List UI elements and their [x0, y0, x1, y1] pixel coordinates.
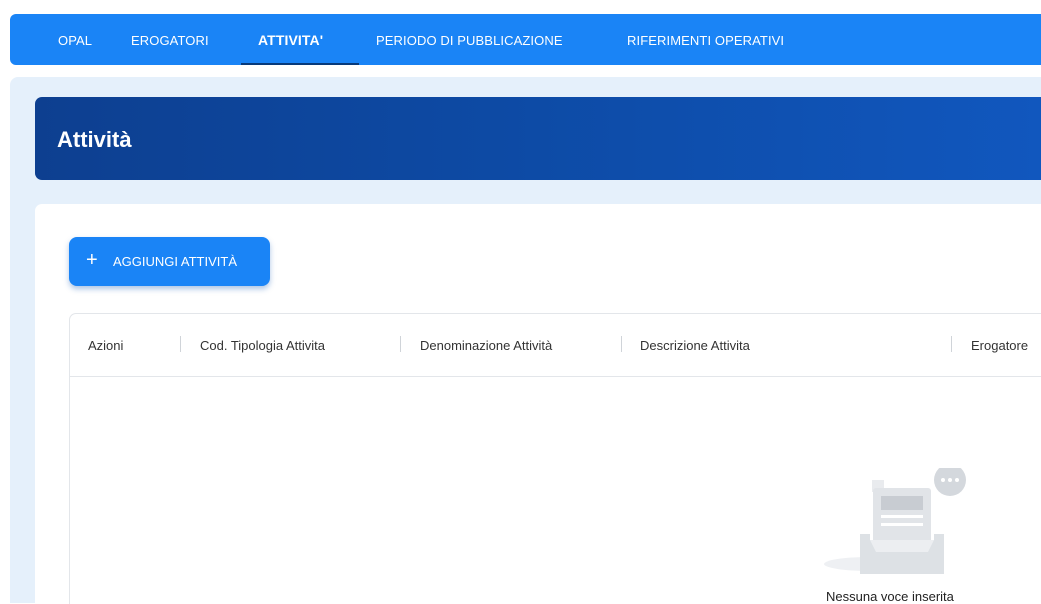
column-resize-handle[interactable]	[400, 336, 401, 352]
column-header-cod-tipologia-attivita[interactable]: Cod. Tipologia Attivita	[200, 314, 325, 376]
plus-icon: +	[86, 249, 98, 271]
column-resize-handle[interactable]	[621, 336, 622, 352]
empty-inbox-icon	[824, 468, 966, 574]
column-header-denominazione-attivita[interactable]: Denominazione Attività	[420, 314, 552, 376]
add-activity-button[interactable]: + AGGIUNGI ATTIVITÀ	[69, 237, 270, 286]
column-header-descrizione-attivita[interactable]: Descrizione Attivita	[640, 314, 750, 376]
nav-item-riferimenti-operativi[interactable]: RIFERIMENTI OPERATIVI	[627, 14, 784, 65]
column-header-erogatore[interactable]: Erogatore	[971, 314, 1028, 376]
table-header: Azioni Cod. Tipologia Attivita Denominaz…	[70, 314, 1041, 377]
nav-item-opal[interactable]: OPAL	[58, 14, 92, 65]
add-activity-label: AGGIUNGI ATTIVITÀ	[113, 254, 237, 269]
nav-item-attivita[interactable]: ATTIVITA'	[258, 14, 323, 65]
nav-item-erogatori[interactable]: EROGATORI	[131, 14, 209, 65]
top-navigation: OPAL EROGATORI ATTIVITA' PERIODO DI PUBB…	[10, 14, 1041, 65]
page-header: Attività	[35, 97, 1041, 180]
column-resize-handle[interactable]	[180, 336, 181, 352]
column-resize-handle[interactable]	[951, 336, 952, 352]
empty-state-message: Nessuna voce inserita	[826, 589, 954, 604]
active-tab-indicator	[241, 63, 359, 65]
page-title: Attività	[57, 127, 132, 152]
column-header-azioni[interactable]: Azioni	[88, 314, 123, 376]
nav-item-periodo-di-pubblicazione[interactable]: PERIODO DI PUBBLICAZIONE	[376, 14, 563, 65]
